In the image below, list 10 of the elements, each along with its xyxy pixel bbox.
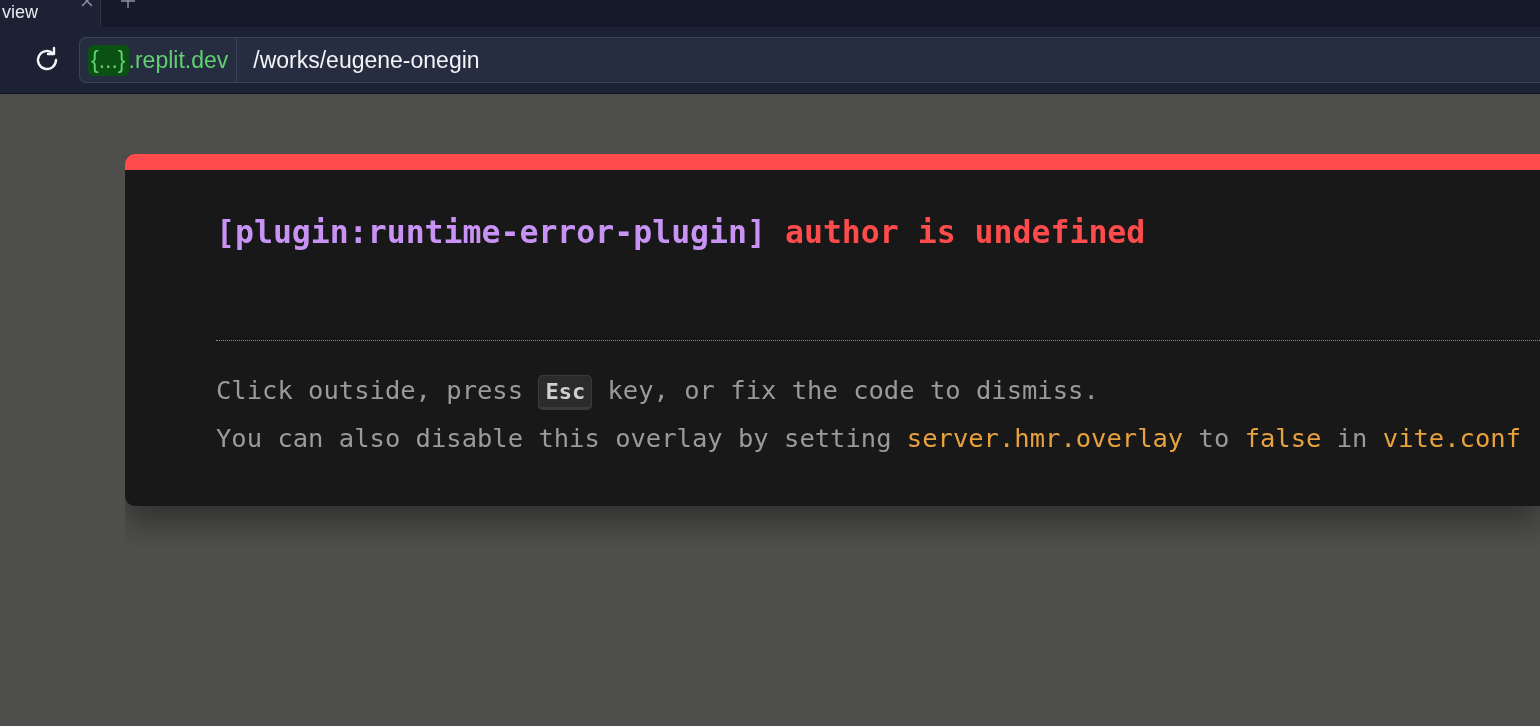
plugin-name: [plugin:runtime-error-plugin]	[216, 214, 766, 250]
host-text: .replit.dev	[128, 38, 238, 82]
config-hint: You can also disable this overlay by setting server.hmr.overlay to false in vite.conf	[216, 422, 1522, 455]
tab-title: view	[2, 2, 38, 22]
error-message: author is undefined	[784, 214, 1146, 250]
address-bar[interactable]: {...}.replit.dev /works/eugene-onegin	[79, 37, 1540, 83]
browser-tab[interactable]: view	[0, 0, 101, 27]
host-badge: {...}	[88, 44, 129, 76]
url-path: /works/eugene-onegin	[252, 46, 480, 74]
dismiss-hint: Click outside, press Esc key, or fix the code to dismiss.	[216, 367, 1540, 415]
